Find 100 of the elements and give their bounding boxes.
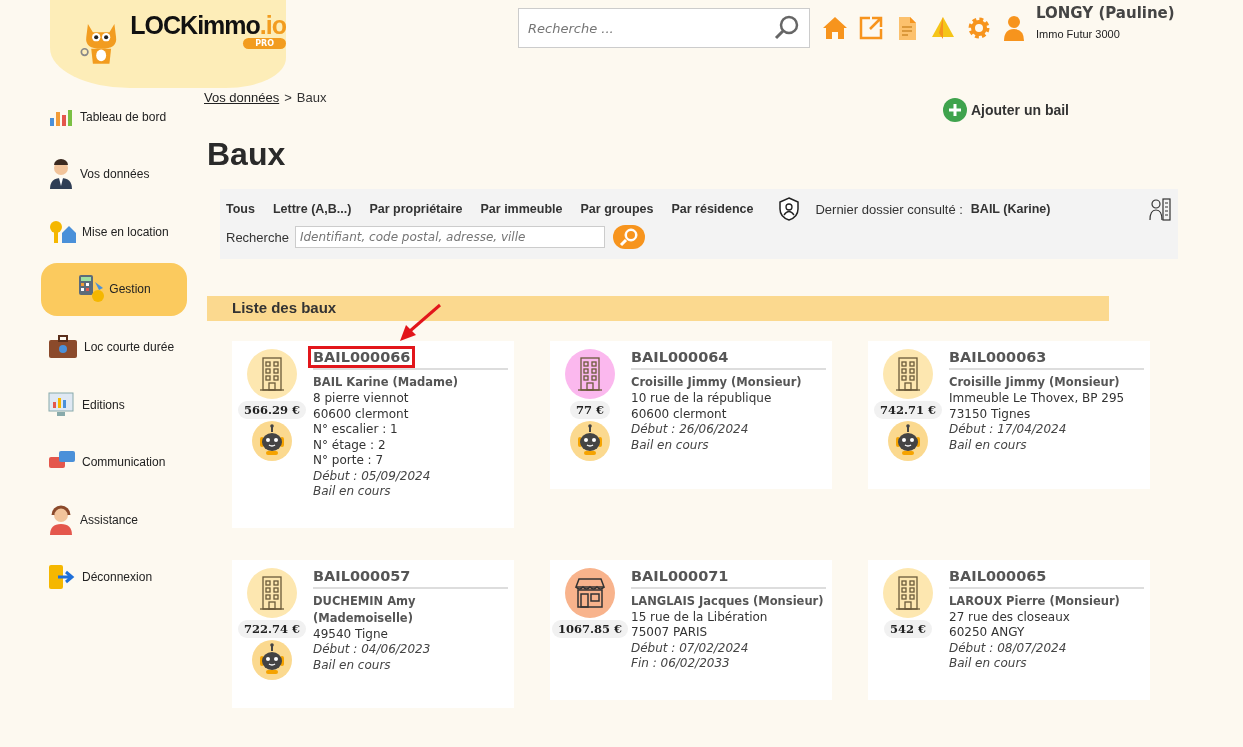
user-icon[interactable] — [1002, 15, 1026, 41]
lease-id[interactable]: BAIL000066 — [308, 346, 416, 368]
address-line: Immeuble Le Thovex, BP 295 — [949, 391, 1126, 407]
tenant-name: DUCHEMIN Amy (Mademoiselle) — [313, 592, 417, 627]
rent-amount: 566.29 € — [238, 401, 306, 419]
sidebar-label: Vos données — [80, 167, 150, 182]
address-line: 15 rue de la Libération — [631, 609, 769, 625]
tenant-name: LAROUX Pierre (Monsieur) — [949, 592, 1121, 610]
breadcrumb-current: Baux — [296, 90, 327, 107]
worker-building-icon[interactable] — [1148, 196, 1172, 222]
sidebar-item[interactable]: Déconnexion — [0, 548, 190, 606]
sidebar-label: Communication — [82, 455, 166, 470]
logo-text: LOCKimmo.io — [130, 11, 286, 39]
lease-info: Début : 04/06/2023 — [313, 642, 432, 658]
filter-tab[interactable]: Tous — [226, 202, 255, 216]
pro-label: PRO — [243, 38, 286, 49]
lease-id[interactable]: BAIL000064 — [626, 346, 734, 368]
address-line: 8 pierre viennot — [313, 391, 410, 407]
search-field[interactable]: Recherche ... — [518, 8, 810, 48]
rent-amount: 77 € — [570, 401, 610, 419]
shop-icon — [573, 576, 607, 609]
exit-icon — [48, 564, 76, 591]
rent-amount: 722.74 € — [238, 619, 306, 638]
last-file-link[interactable]: BAIL (Karine) — [970, 202, 1051, 216]
filter-tab[interactable]: Par propriétaire — [369, 202, 463, 216]
external-link-icon[interactable] — [858, 15, 884, 41]
search-label: Recherche — [226, 229, 289, 245]
lease-info: Bail en cours — [949, 656, 1028, 672]
sidebar-item[interactable]: Communication — [0, 433, 190, 491]
address-line: N° escalier : 1 — [313, 422, 399, 438]
sidebar-item[interactable]: Vos données — [0, 145, 190, 203]
sidebar-item[interactable]: Loc courte durée — [0, 318, 190, 376]
breadcrumb-separator: > — [284, 90, 292, 107]
address-line: 60250 ANGY — [949, 625, 1026, 641]
lease-info: Début : 07/02/2024 — [631, 640, 750, 656]
building-icon — [576, 356, 604, 392]
sidebar-item[interactable]: Assistance — [0, 491, 190, 549]
address-line: 60600 clermont — [631, 406, 728, 422]
address-line: 10 rue de la république — [631, 391, 773, 407]
lease-info: Début : 17/04/2024 — [949, 422, 1068, 438]
robot-icon — [252, 639, 292, 680]
sidebar-item[interactable]: Mise en location — [0, 203, 190, 261]
search-field[interactable]: Identifiant, code postal, adresse, ville — [294, 226, 605, 248]
lease-info: Fin : 06/02/2033 — [631, 656, 731, 672]
shield-user-icon[interactable] — [777, 196, 802, 222]
filter-tab[interactable]: Par immeuble — [480, 202, 563, 216]
lease-info: Début : 26/06/2024 — [631, 422, 750, 438]
rent-amount: 542 € — [884, 619, 932, 638]
lease-id[interactable]: BAIL000071 — [626, 564, 734, 587]
logo[interactable]: LOCKimmo.io PRO — [50, 0, 286, 88]
lease-id[interactable]: BAIL000057 — [308, 564, 416, 587]
rent-amount: 1067.85 € — [552, 619, 628, 638]
last-file-label: Dernier dossier consulté : — [815, 201, 963, 217]
lease-info: Début : 05/09/2024 — [313, 468, 432, 484]
address-line: 49540 Tigne — [313, 626, 389, 642]
robot-icon — [252, 421, 292, 461]
lease-id[interactable]: BAIL000063 — [944, 346, 1052, 368]
support-agent-icon — [48, 504, 74, 535]
robot-icon — [570, 421, 610, 461]
tenant-name: Croisille Jimmy (Monsieur) — [631, 374, 803, 391]
sidebar-item[interactable]: Gestion — [41, 262, 187, 316]
address-line: 27 rue des closeaux — [949, 609, 1071, 625]
lease-info: Bail en cours — [949, 437, 1028, 453]
plus-icon — [943, 98, 967, 122]
tenant-name: Croisille Jimmy (Monsieur) — [949, 374, 1121, 391]
sidebar-item[interactable]: Editions — [0, 376, 190, 434]
lease-info: Bail en cours — [631, 437, 710, 453]
sidebar-label: Mise en location — [82, 224, 169, 239]
settings-icon[interactable] — [966, 15, 992, 41]
company-name: Immo Futur 3000 — [1036, 28, 1121, 40]
building-icon — [258, 356, 286, 392]
paper-plane-icon[interactable] — [930, 15, 956, 41]
lease-info: Bail en cours — [313, 484, 392, 500]
sidebar-label: Assistance — [80, 512, 139, 527]
filter-tab[interactable]: Par résidence — [671, 202, 754, 216]
monitor-chart-icon — [48, 391, 76, 418]
sidebar-label: Tableau de bord — [80, 109, 167, 124]
lease-id[interactable]: BAIL000065 — [944, 564, 1052, 587]
address-line: 73150 Tignes — [949, 406, 1032, 422]
filter-tab[interactable]: Lettre (A,B...) — [272, 202, 352, 216]
address-line: 60600 clermont — [313, 406, 410, 422]
address-line: N° étage : 2 — [313, 437, 387, 453]
tenant-name: BAIL Karine (Madame) — [313, 374, 460, 391]
annotation-arrow — [400, 303, 441, 341]
page-title: Baux — [207, 136, 287, 173]
filter-tab[interactable]: Par groupes — [580, 202, 654, 216]
sidebar-label: Editions — [82, 397, 125, 412]
rent-amount: 742.71 € — [874, 401, 942, 419]
list-header: Liste des baux — [207, 296, 1109, 321]
home-icon[interactable] — [822, 15, 848, 41]
breadcrumb-link[interactable]: Vos données — [204, 90, 280, 122]
key-house-icon — [48, 218, 76, 245]
user-name: LONGY (Pauline) — [1036, 4, 1175, 22]
lease-info: Début : 08/07/2024 — [949, 640, 1068, 656]
building-icon — [894, 356, 922, 392]
add-lease-button[interactable]: Ajouter un bail — [943, 98, 1069, 122]
person-icon — [48, 159, 74, 190]
sidebar-item[interactable]: Tableau de bord — [0, 88, 190, 146]
building-icon — [258, 574, 286, 611]
tenant-name: LANGLAIS Jacques (Monsieur) — [631, 592, 825, 610]
